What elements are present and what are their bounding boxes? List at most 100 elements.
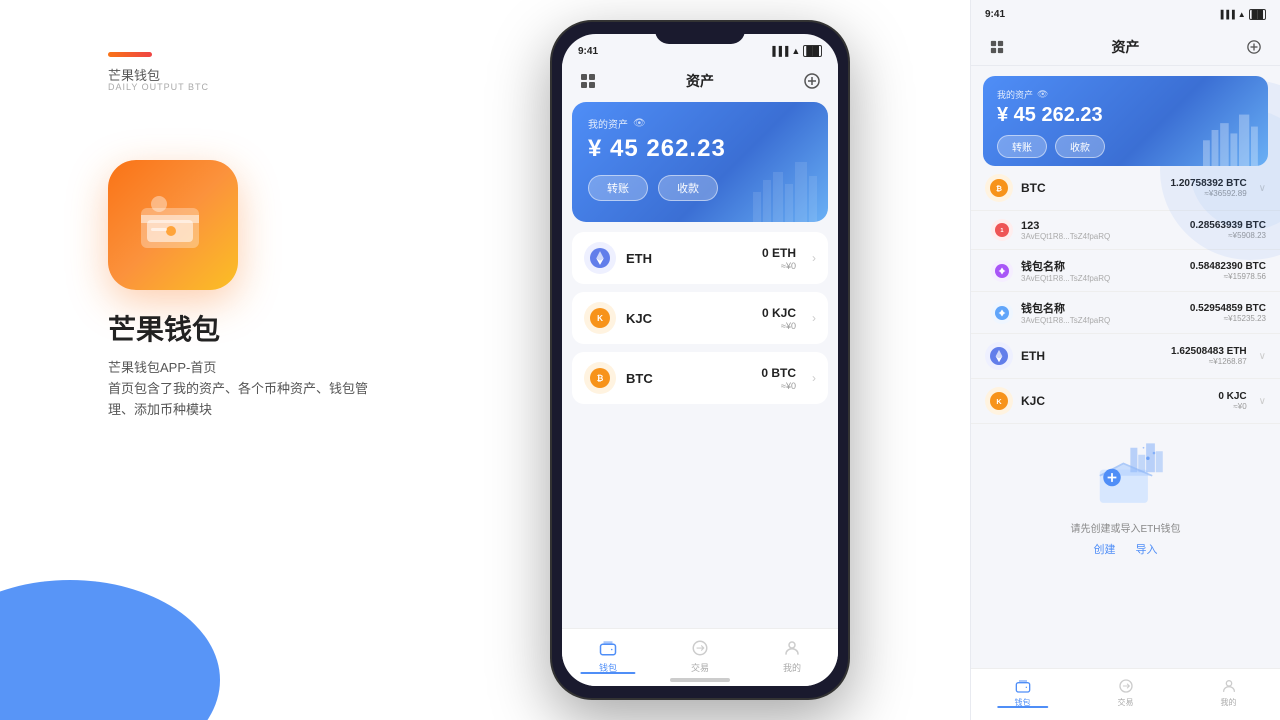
city-decoration	[748, 152, 828, 222]
right-wallet2-balance: 0.52954859 BTC ≈¥15235.23	[1190, 303, 1266, 323]
btc-balance: 0 BTC ≈¥0	[761, 366, 796, 391]
phone-nav-trade[interactable]: 交易	[654, 637, 746, 674]
right-assets-label: 我的资产 👁	[997, 88, 1254, 101]
right-btc-balance: 1.20758392 BTC ≈¥36592.89	[1171, 178, 1247, 198]
right-123-addr: 3AvEQt1R8...TsZ4fpaRQ	[1021, 232, 1182, 241]
eth-prompt-illustration	[1076, 434, 1176, 514]
eth-import-link[interactable]: 导入	[1136, 541, 1158, 557]
svg-text:₿: ₿	[597, 374, 604, 383]
app-desc: 芒果钱包APP-首页 首页包含了我的资产、各个币种资产、钱包管 理、添加币种模块	[108, 358, 368, 420]
right-coin-list: ₿ BTC 1.20758392 BTC ≈¥36592.89 ∨ 1 123	[971, 166, 1280, 424]
right-wallet2-logo	[991, 302, 1013, 324]
right-battery-icon: ██	[1249, 9, 1266, 20]
btc-arrow-icon: ›	[812, 371, 816, 385]
eth-prompt-links: 创建 导入	[991, 541, 1260, 557]
wallet-active-bar	[580, 672, 635, 674]
trade-nav-label: 交易	[691, 661, 709, 674]
phone-screen: 9:41 ▐▐▐ ▲ ██ 资产	[562, 34, 838, 686]
right-grid-icon[interactable]	[985, 35, 1009, 59]
eth-name: ETH	[626, 251, 752, 266]
right-coin-wallet2[interactable]: 钱包名称 3AvEQt1R8...TsZ4fpaRQ 0.52954859 BT…	[971, 292, 1280, 334]
right-coin-eth[interactable]: ETH 1.62508483 ETH ≈¥1268.87 ∨	[971, 334, 1280, 379]
nav-grid-icon[interactable]	[576, 69, 600, 93]
right-btc-info: BTC	[1021, 181, 1163, 195]
phone-coin-eth[interactable]: ETH 0 ETH ≈¥0 ›	[572, 232, 828, 284]
right-wallet1-addr: 3AvEQt1R8...TsZ4fpaRQ	[1021, 274, 1182, 283]
desc-line3: 理、添加币种模块	[108, 402, 212, 417]
right-eth-arrow: ∨	[1259, 351, 1266, 362]
right-wallet2-info: 钱包名称 3AvEQt1R8...TsZ4fpaRQ	[1021, 300, 1182, 325]
decoration-blob	[0, 580, 220, 720]
right-transfer-btn[interactable]: 转账	[997, 135, 1047, 158]
svg-text:₿: ₿	[996, 184, 1002, 193]
right-eth-prompt: 请先创建或导入ETH钱包 创建 导入	[971, 424, 1280, 563]
phone-status-icons: ▐▐▐ ▲ ██	[769, 45, 822, 57]
right-wallet2-name: 钱包名称	[1021, 300, 1182, 316]
right-my-nav-icon	[1220, 677, 1238, 695]
right-trade-nav-label: 交易	[1118, 697, 1134, 708]
right-assets-card: 我的资产 👁 ¥ 45 262.23 转账 收款	[983, 76, 1268, 166]
right-wallet2-addr: 3AvEQt1R8...TsZ4fpaRQ	[1021, 316, 1182, 325]
right-123-info: 123 3AvEQt1R8...TsZ4fpaRQ	[1021, 220, 1182, 241]
right-coin-wallet1[interactable]: 钱包名称 3AvEQt1R8...TsZ4fpaRQ 0.58482390 BT…	[971, 250, 1280, 292]
right-wifi-icon: ▲	[1238, 10, 1246, 19]
phone-transfer-btn[interactable]: 转账	[588, 175, 648, 201]
right-coin-btc[interactable]: ₿ BTC 1.20758392 BTC ≈¥36592.89 ∨	[971, 166, 1280, 211]
trade-nav-icon	[689, 637, 711, 659]
right-navbar: 资产	[971, 28, 1280, 66]
right-kjc-arrow: ∨	[1259, 396, 1266, 407]
kjc-logo: K	[584, 302, 616, 334]
phone-coin-btc[interactable]: ₿ BTC 0 BTC ≈¥0 ›	[572, 352, 828, 404]
right-eth-logo	[985, 342, 1013, 370]
phone-outer: 9:41 ▐▐▐ ▲ ██ 资产	[550, 20, 850, 700]
right-nav-trade[interactable]: 交易	[1074, 677, 1177, 708]
right-kjc-name: KJC	[1021, 394, 1210, 408]
right-123-logo: 1	[991, 219, 1013, 241]
eth-logo	[584, 242, 616, 274]
right-coin-kjc[interactable]: K KJC 0 KJC ≈¥0 ∨	[971, 379, 1280, 424]
accent-bar	[108, 52, 152, 57]
right-wallet1-name: 钱包名称	[1021, 258, 1182, 274]
kjc-balance: 0 KJC ≈¥0	[762, 306, 796, 331]
phone-nav-wallet[interactable]: 钱包	[562, 637, 654, 674]
right-wallet1-logo	[991, 260, 1013, 282]
phone-navbar: 资产	[562, 62, 838, 100]
right-bottom-nav: 钱包 交易 我的	[971, 668, 1280, 720]
eth-create-link[interactable]: 创建	[1094, 541, 1116, 557]
right-wallet-active-bar	[997, 706, 1049, 708]
right-btc-arrow: ∨	[1259, 183, 1266, 194]
phone-nav-my[interactable]: 我的	[746, 637, 838, 674]
right-nav-wallet[interactable]: 钱包	[971, 677, 1074, 708]
eth-balance: 0 ETH ≈¥0	[762, 246, 796, 271]
right-wallet-nav-icon	[1014, 677, 1032, 695]
phone-notch	[655, 22, 745, 44]
right-coin-123[interactable]: 1 123 3AvEQt1R8...TsZ4fpaRQ 0.28563939 B…	[971, 211, 1280, 250]
svg-text:1: 1	[1000, 228, 1003, 234]
right-status-icons: ▐▐▐ ▲ ██	[1218, 9, 1266, 20]
phone-receive-btn[interactable]: 收款	[658, 175, 718, 201]
right-wallet1-balance: 0.58482390 BTC ≈¥15978.56	[1190, 261, 1266, 281]
right-nav-my[interactable]: 我的	[1177, 677, 1280, 708]
right-btc-logo: ₿	[985, 174, 1013, 202]
nav-plus-icon[interactable]	[800, 69, 824, 93]
signal-icon: ▐▐▐	[769, 46, 788, 56]
right-my-nav-label: 我的	[1221, 697, 1237, 708]
right-kjc-balance: 0 KJC ≈¥0	[1218, 391, 1246, 411]
phone-coin-kjc[interactable]: K KJC 0 KJC ≈¥0 ›	[572, 292, 828, 344]
desc-line1: 芒果钱包APP-首页	[108, 360, 216, 375]
eye-icon[interactable]: 👁	[633, 118, 646, 129]
right-eth-info: ETH	[1021, 349, 1163, 363]
my-nav-label: 我的	[783, 661, 801, 674]
right-123-name: 123	[1021, 220, 1182, 232]
right-plus-icon[interactable]	[1242, 35, 1266, 59]
kjc-arrow-icon: ›	[812, 311, 816, 325]
right-navbar-title: 资产	[1112, 37, 1140, 57]
right-receive-btn[interactable]: 收款	[1055, 135, 1105, 158]
right-eye-icon[interactable]: 👁	[1037, 89, 1048, 100]
svg-text:K: K	[597, 314, 603, 323]
right-status-time: 9:41	[985, 9, 1005, 20]
phone-assets-label: 我的资产 👁	[588, 116, 812, 131]
right-panel: 9:41 ▐▐▐ ▲ ██ 资产 我的资产	[970, 0, 1280, 720]
right-btc-name: BTC	[1021, 181, 1163, 195]
eth-prompt-text: 请先创建或导入ETH钱包	[991, 520, 1260, 535]
